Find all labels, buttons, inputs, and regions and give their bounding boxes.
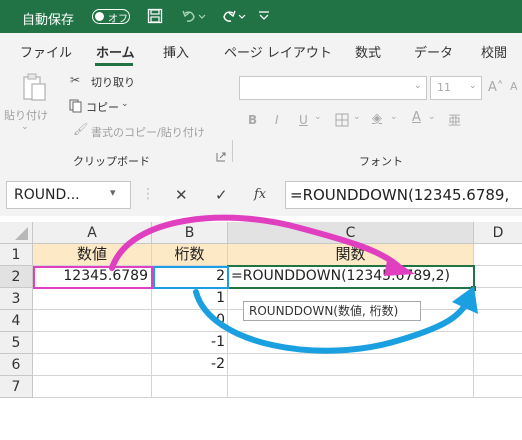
pink-arrow-path xyxy=(109,214,401,271)
pink-arrow-head xyxy=(384,256,415,276)
blue-arrow-path xyxy=(193,289,471,354)
annotation-arrows xyxy=(109,214,478,354)
